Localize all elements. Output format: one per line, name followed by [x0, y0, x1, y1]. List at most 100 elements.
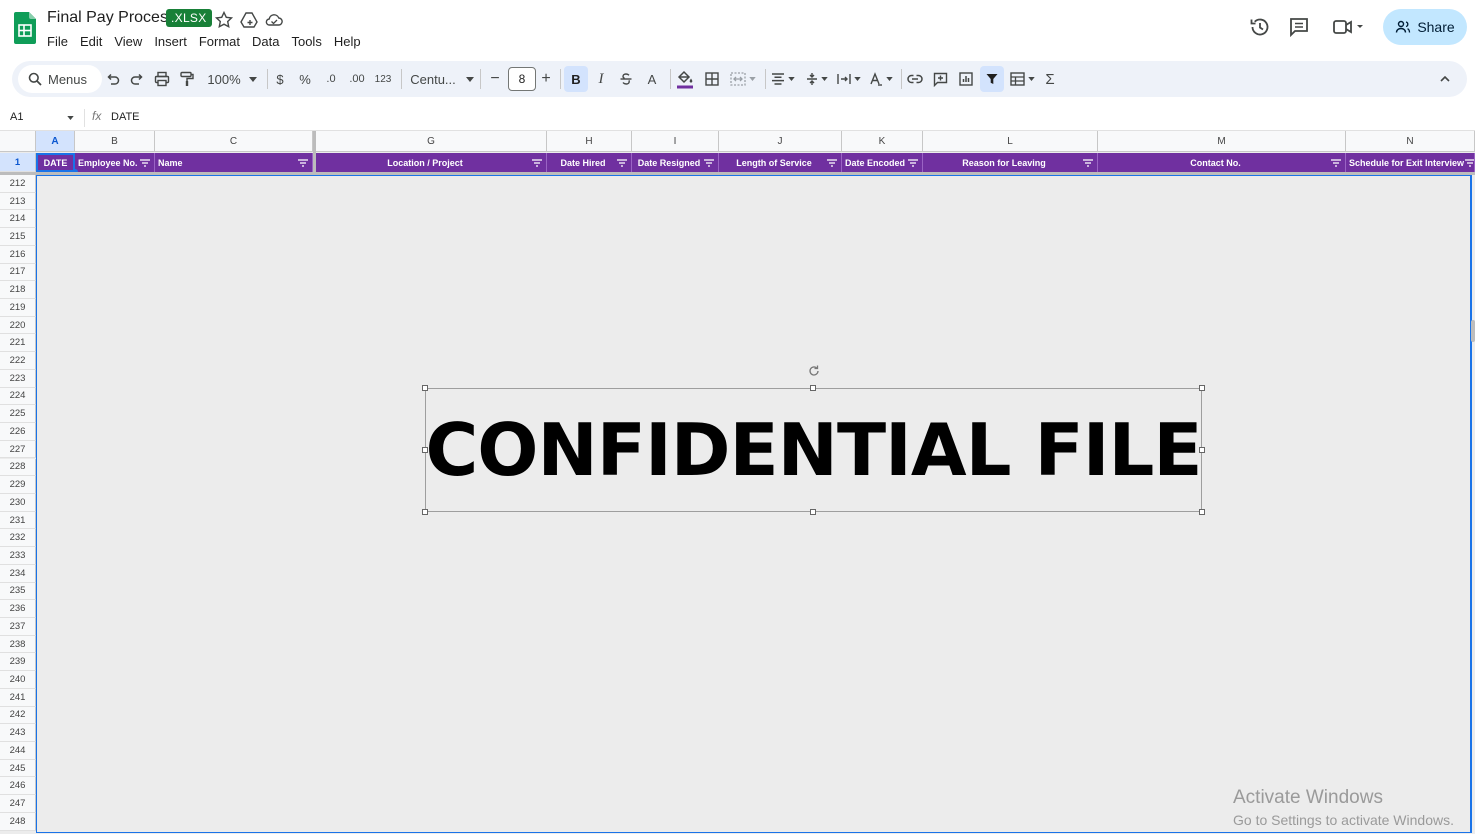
- row-header[interactable]: 217: [0, 263, 36, 282]
- insert-comment-button[interactable]: [930, 61, 950, 97]
- meet-call-icon[interactable]: [1330, 15, 1370, 39]
- name-box[interactable]: A1: [10, 111, 23, 123]
- cloud-status-icon[interactable]: [264, 10, 284, 30]
- filter-icon[interactable]: [907, 158, 919, 168]
- merge-cells-button[interactable]: [728, 61, 758, 97]
- italic-button[interactable]: I: [592, 61, 610, 97]
- resize-handle[interactable]: [1199, 385, 1205, 391]
- row-header[interactable]: 228: [0, 458, 36, 477]
- increase-font-size-button[interactable]: +: [539, 61, 553, 97]
- document-title[interactable]: Final Pay Process: [47, 9, 176, 27]
- row-header[interactable]: 233: [0, 547, 36, 565]
- row-header[interactable]: 225: [0, 405, 36, 424]
- column-header-n[interactable]: N: [1346, 131, 1475, 152]
- font-family-select[interactable]: Centu...: [410, 61, 474, 97]
- menu-view[interactable]: View: [114, 34, 154, 49]
- header-cell-contact-no[interactable]: Contact No.: [1098, 153, 1346, 172]
- filter-icon[interactable]: [1082, 158, 1094, 168]
- filter-icon[interactable]: [616, 158, 628, 168]
- column-header-k[interactable]: K: [842, 131, 923, 152]
- redo-button[interactable]: [128, 61, 146, 97]
- row-header[interactable]: 227: [0, 440, 36, 459]
- row-header[interactable]: 220: [0, 316, 36, 335]
- row-header[interactable]: 230: [0, 493, 36, 512]
- strikethrough-button[interactable]: [616, 61, 636, 97]
- row-header[interactable]: 222: [0, 352, 36, 370]
- header-cell-date[interactable]: DATE: [36, 153, 75, 172]
- row-header[interactable]: 218: [0, 281, 36, 299]
- column-header-h[interactable]: H: [547, 131, 632, 152]
- filter-views-button[interactable]: [1008, 61, 1036, 97]
- row-header[interactable]: 245: [0, 759, 36, 778]
- row-header[interactable]: 241: [0, 688, 36, 707]
- row-header[interactable]: 242: [0, 706, 36, 725]
- functions-button[interactable]: Σ: [1042, 61, 1058, 97]
- row-header[interactable]: 216: [0, 245, 36, 264]
- row-header[interactable]: 215: [0, 228, 36, 246]
- row-header[interactable]: 219: [0, 299, 36, 317]
- vertical-align-button[interactable]: [804, 61, 830, 97]
- row-header[interactable]: 235: [0, 582, 36, 601]
- paint-format-button[interactable]: [177, 61, 197, 97]
- row-header[interactable]: 221: [0, 334, 36, 353]
- header-cell-name[interactable]: Name: [155, 153, 313, 172]
- menu-file[interactable]: File: [47, 34, 80, 49]
- text-wrapping-button[interactable]: [836, 61, 862, 97]
- column-header-i[interactable]: I: [632, 131, 719, 152]
- row-header[interactable]: 223: [0, 369, 36, 388]
- percent-button[interactable]: %: [297, 61, 313, 97]
- resize-handle[interactable]: [810, 385, 816, 391]
- header-cell-date-encoded[interactable]: Date Encoded: [842, 153, 923, 172]
- row-header[interactable]: 237: [0, 618, 36, 636]
- decrease-font-size-button[interactable]: −: [488, 61, 502, 97]
- row-header[interactable]: 238: [0, 635, 36, 654]
- select-all-corner[interactable]: [0, 131, 36, 152]
- decrease-decimal-button[interactable]: .0: [321, 61, 341, 97]
- row-header[interactable]: 239: [0, 653, 36, 672]
- column-header-b[interactable]: B: [75, 131, 155, 152]
- menu-tools[interactable]: Tools: [291, 34, 333, 49]
- print-button[interactable]: [152, 61, 172, 97]
- collapse-toolbar-button[interactable]: [1436, 61, 1454, 97]
- row-header[interactable]: 246: [0, 777, 36, 796]
- font-size-input[interactable]: 8: [508, 67, 536, 91]
- rotate-handle-icon[interactable]: [807, 364, 821, 378]
- filter-icon[interactable]: [297, 158, 309, 168]
- star-icon[interactable]: [214, 10, 234, 30]
- menu-edit[interactable]: Edit: [80, 34, 114, 49]
- row-header[interactable]: 236: [0, 600, 36, 618]
- row-header[interactable]: 234: [0, 564, 36, 583]
- horizontal-align-button[interactable]: [770, 61, 796, 97]
- header-cell-date-resigned[interactable]: Date Resigned: [632, 153, 719, 172]
- resize-handle[interactable]: [1199, 447, 1205, 453]
- header-cell-employee-no[interactable]: Employee No.: [75, 153, 155, 172]
- header-cell-schedule-exit-interview[interactable]: Schedule for Exit Interview: [1346, 153, 1475, 172]
- borders-button[interactable]: [702, 61, 722, 97]
- row-header[interactable]: 243: [0, 724, 36, 742]
- row-header[interactable]: 212: [0, 175, 36, 193]
- header-cell-length-of-service[interactable]: Length of Service: [719, 153, 842, 172]
- header-cell-date-hired[interactable]: Date Hired: [547, 153, 632, 172]
- version-history-icon[interactable]: [1248, 15, 1272, 39]
- row-header[interactable]: 232: [0, 529, 36, 548]
- formula-input[interactable]: DATE: [111, 111, 140, 123]
- insert-chart-button[interactable]: [956, 61, 976, 97]
- resize-handle[interactable]: [422, 447, 428, 453]
- undo-button[interactable]: [104, 61, 122, 97]
- menu-data[interactable]: Data: [252, 34, 291, 49]
- row-header[interactable]: 213: [0, 192, 36, 211]
- insert-link-button[interactable]: [905, 61, 925, 97]
- zoom-select[interactable]: 100%: [204, 61, 260, 97]
- column-header-j[interactable]: J: [719, 131, 842, 152]
- row-header-1[interactable]: 1: [0, 153, 36, 172]
- header-cell-reason-for-leaving[interactable]: Reason for Leaving: [923, 153, 1098, 172]
- frozen-column-divider[interactable]: [313, 131, 316, 173]
- column-header-g[interactable]: G: [316, 131, 547, 152]
- number-format-button[interactable]: 123: [372, 61, 394, 97]
- menus-search-button[interactable]: Menus: [18, 65, 102, 93]
- filter-icon[interactable]: [1330, 158, 1342, 168]
- comments-icon[interactable]: [1287, 15, 1311, 39]
- header-cell-location-project[interactable]: Location / Project: [316, 153, 547, 172]
- caret-down-icon[interactable]: [67, 116, 74, 120]
- row-header[interactable]: 247: [0, 795, 36, 813]
